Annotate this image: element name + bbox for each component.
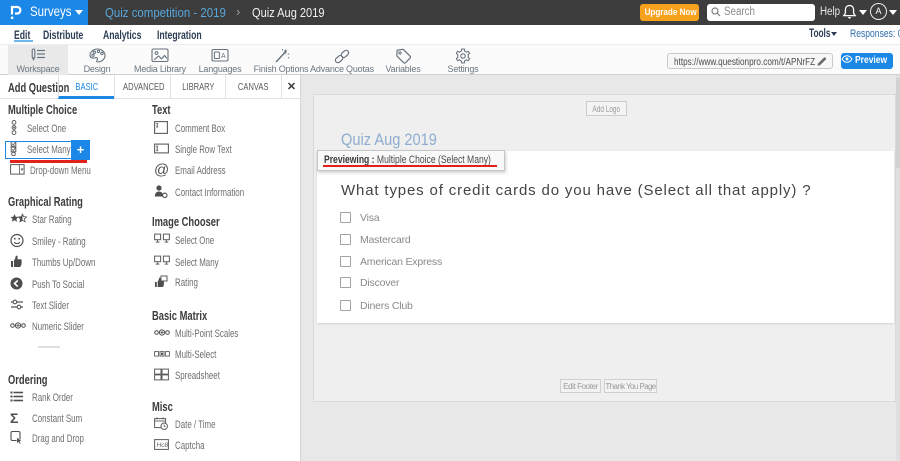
svg-text:Hc8: Hc8	[157, 442, 169, 449]
svg-text:A: A	[221, 53, 226, 60]
